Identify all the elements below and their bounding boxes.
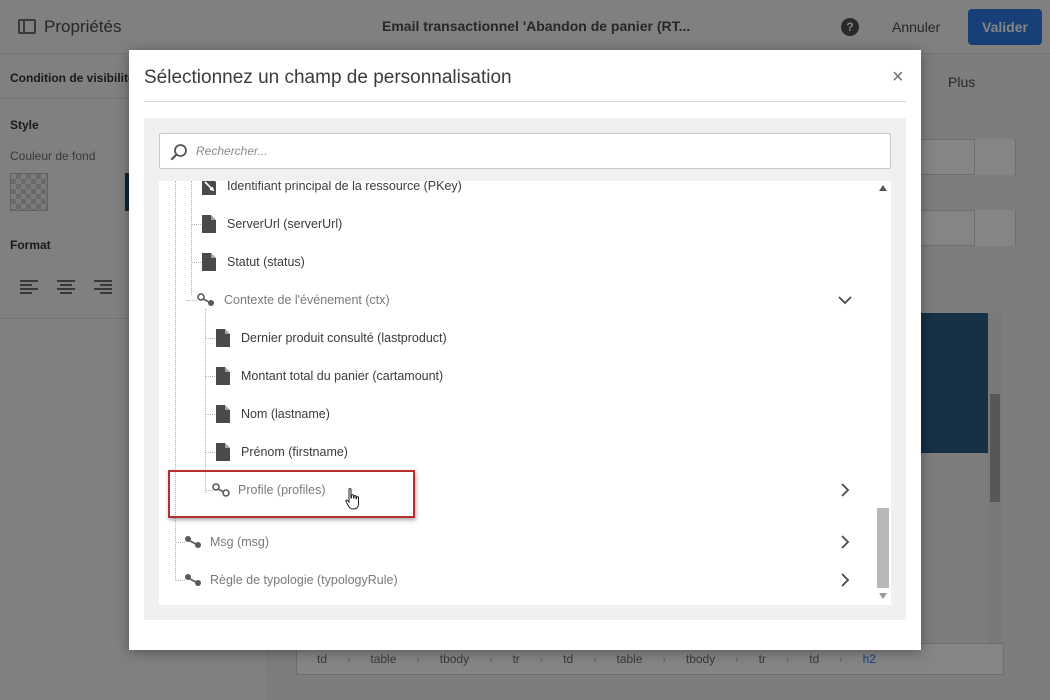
tree-item-label: Montant total du panier (cartamount) — [241, 369, 444, 383]
tree-scrollbar[interactable] — [875, 181, 891, 605]
tree-guide-line — [191, 224, 201, 225]
search-input[interactable] — [196, 134, 876, 168]
link-node-icon — [197, 293, 214, 306]
tree-node-typologyrule[interactable]: Règle de typologie (typologyRule) — [184, 561, 863, 599]
tree-item-lastproduct[interactable]: Dernier produit consulté (lastproduct) — [215, 319, 861, 357]
link-node-icon — [185, 536, 201, 548]
document-icon — [216, 405, 230, 423]
dialog-body: Identifiant principal de la ressource (P… — [144, 118, 906, 620]
tree-guide-line — [205, 338, 215, 339]
scroll-thumb[interactable] — [877, 508, 889, 588]
document-icon — [202, 253, 216, 271]
tree-guide-line — [191, 181, 192, 295]
field-tree: Identifiant principal de la ressource (P… — [159, 181, 891, 605]
tree-guide-line — [175, 181, 176, 581]
scroll-up-icon[interactable] — [879, 185, 887, 191]
tree-item-lastname[interactable]: Nom (lastname) — [215, 395, 861, 433]
tree-guide-line — [187, 300, 197, 301]
tree-item-label: Contexte de l'événement (ctx) — [224, 293, 390, 307]
hand-cursor-icon — [345, 488, 359, 510]
tree-node-ctx[interactable]: Contexte de l'événement (ctx) — [197, 281, 863, 319]
personalization-field-dialog: Sélectionnez un champ de personnalisatio… — [129, 50, 921, 650]
highlight-box — [168, 470, 415, 518]
tree-item-cartamount[interactable]: Montant total du panier (cartamount) — [215, 357, 861, 395]
tree-item-label: Nom (lastname) — [241, 407, 330, 421]
tree-item-label: Dernier produit consulté (lastproduct) — [241, 331, 447, 345]
chevron-right-icon[interactable] — [837, 482, 853, 498]
scroll-down-icon[interactable] — [879, 593, 887, 599]
document-icon — [216, 367, 230, 385]
tree-node-msg[interactable]: Msg (msg) — [184, 523, 863, 561]
tree-guide-line — [205, 452, 215, 453]
divider — [144, 101, 906, 102]
dialog-title: Sélectionnez un champ de personnalisatio… — [144, 67, 512, 88]
tree-item-label: Identifiant principal de la ressource (P… — [227, 181, 462, 193]
tree-guide-line — [191, 262, 201, 263]
tree-guide-line — [205, 309, 206, 493]
chevron-down-icon[interactable] — [837, 292, 853, 308]
close-icon[interactable]: × — [892, 66, 904, 89]
tree-item-firstname[interactable]: Prénom (firstname) — [215, 433, 861, 471]
chevron-right-icon[interactable] — [837, 534, 853, 550]
document-icon — [202, 215, 216, 233]
tree-guide-line — [205, 376, 215, 377]
tree-item-label: Prénom (firstname) — [241, 445, 348, 459]
tree-item-label: Statut (status) — [227, 255, 305, 269]
tree-guide-line — [205, 414, 215, 415]
tree-item-label: Msg (msg) — [210, 535, 270, 549]
tree-item-pkey[interactable]: Identifiant principal de la ressource (P… — [201, 181, 861, 205]
document-icon — [216, 443, 230, 461]
search-icon — [170, 144, 187, 161]
link-node-icon — [185, 574, 201, 586]
key-field-icon — [202, 181, 216, 195]
chevron-right-icon[interactable] — [837, 572, 853, 588]
search-box[interactable] — [159, 133, 891, 169]
tree-item-label: ServerUrl (serverUrl) — [227, 217, 343, 231]
tree-item-serverurl[interactable]: ServerUrl (serverUrl) — [201, 205, 861, 243]
tree-item-label: Règle de typologie (typologyRule) — [210, 573, 398, 587]
document-icon — [216, 329, 230, 347]
tree-item-status[interactable]: Statut (status) — [201, 243, 861, 281]
